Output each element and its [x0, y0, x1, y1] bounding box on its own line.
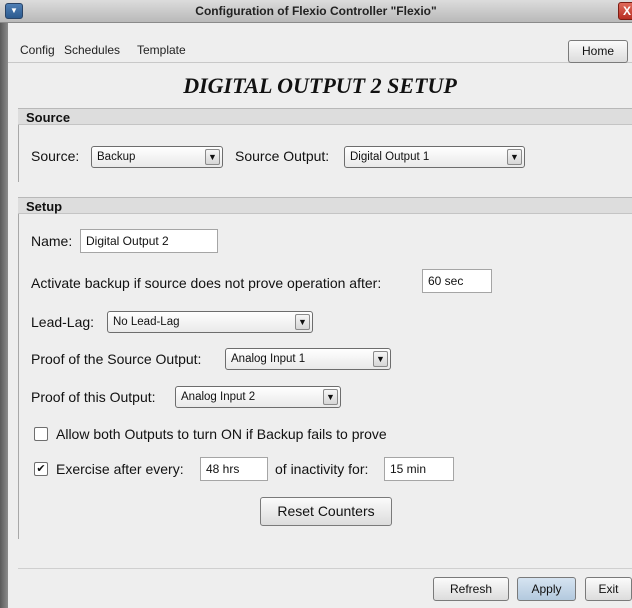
lead-lag-label: Lead-Lag: — [31, 314, 95, 330]
window-title: Configuration of Flexio Controller "Flex… — [195, 4, 437, 18]
allow-both-label: Allow both Outputs to turn ON if Backup … — [56, 426, 387, 442]
source-dropdown[interactable]: Backup ▼ — [91, 146, 223, 168]
setup-panel: Name: Digital Output 2 Activate backup i… — [18, 214, 632, 539]
divider — [18, 568, 632, 569]
apply-button[interactable]: Apply — [517, 577, 576, 601]
name-input[interactable]: Digital Output 2 — [80, 229, 218, 253]
chevron-down-icon: ▼ — [295, 314, 310, 330]
setup-section-header: Setup — [18, 197, 632, 214]
menu-schedules[interactable]: Schedules — [64, 43, 120, 57]
setup-section-title: Setup — [26, 199, 63, 214]
lead-lag-dropdown[interactable]: No Lead-Lag ▼ — [107, 311, 313, 333]
exercise-checkbox[interactable]: ✔ — [34, 462, 48, 476]
source-output-label: Source Output: — [235, 148, 330, 164]
source-section-title: Source — [26, 110, 71, 125]
chevron-down-icon: ▼ — [205, 149, 220, 165]
proof-this-dropdown-value: Analog Input 2 — [181, 391, 256, 403]
reset-counters-button[interactable]: Reset Counters — [260, 497, 392, 526]
home-button[interactable]: Home — [568, 40, 628, 63]
inactivity-input[interactable]: 15 min — [384, 457, 454, 481]
window-left-border — [0, 23, 8, 608]
chevron-down-icon: ▼ — [373, 351, 388, 367]
source-output-dropdown[interactable]: Digital Output 1 ▼ — [344, 146, 525, 168]
source-panel: Source: Backup ▼ Source Output: Digital … — [18, 125, 632, 182]
refresh-button[interactable]: Refresh — [433, 577, 509, 601]
source-dropdown-value: Backup — [97, 151, 136, 163]
close-icon[interactable]: X — [618, 2, 632, 20]
proof-this-dropdown[interactable]: Analog Input 2 ▼ — [175, 386, 341, 408]
name-label: Name: — [31, 233, 73, 249]
proof-source-label: Proof of the Source Output: — [31, 351, 202, 367]
proof-source-dropdown[interactable]: Analog Input 1 ▼ — [225, 348, 391, 370]
menu-config[interactable]: Config — [20, 43, 55, 57]
exercise-label: Exercise after every: — [56, 461, 184, 477]
allow-both-checkbox[interactable] — [34, 427, 48, 441]
proof-this-label: Proof of this Output: — [31, 389, 156, 405]
window-title-bar: ▼ Configuration of Flexio Controller "Fl… — [0, 0, 632, 23]
activate-backup-input[interactable]: 60 sec — [422, 269, 492, 293]
source-output-dropdown-value: Digital Output 1 — [350, 151, 430, 163]
proof-source-dropdown-value: Analog Input 1 — [231, 353, 306, 365]
chevron-down-icon: ▼ — [323, 389, 338, 405]
exit-button[interactable]: Exit — [585, 577, 632, 601]
exercise-hours-input[interactable]: 48 hrs — [200, 457, 268, 481]
chevron-down-icon: ▼ — [507, 149, 522, 165]
lead-lag-dropdown-value: No Lead-Lag — [113, 316, 180, 328]
activate-backup-label: Activate backup if source does not prove… — [31, 275, 382, 291]
source-section-header: Source — [18, 108, 632, 125]
inactivity-label: of inactivity for: — [275, 461, 369, 477]
page-title: DIGITAL OUTPUT 2 SETUP — [183, 73, 457, 98]
menu-bar: Config Schedules Template — [8, 23, 632, 63]
menu-template[interactable]: Template — [137, 43, 186, 57]
source-label: Source: — [31, 148, 80, 164]
